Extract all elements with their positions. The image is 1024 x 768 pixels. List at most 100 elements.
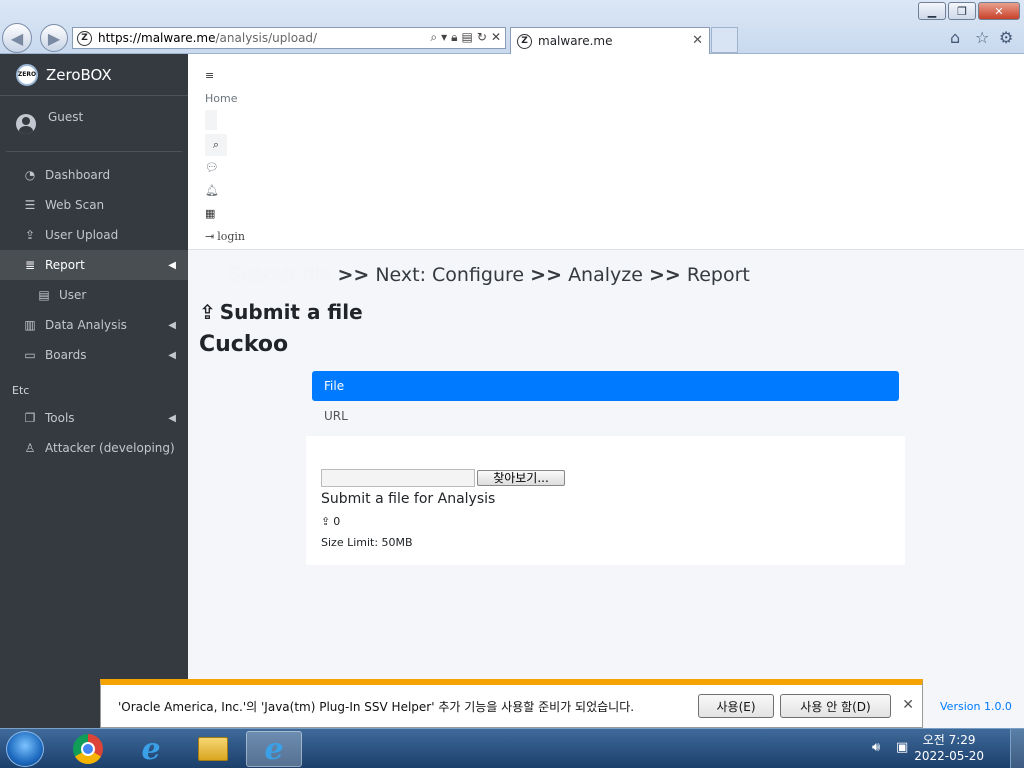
taskbar-ie[interactable]: e [123, 731, 179, 767]
step-configure: Next: Configure [375, 264, 525, 286]
upload-icon: ⇪ [199, 300, 216, 324]
list-icon: ☰ [24, 198, 36, 212]
sidebar-item-label: Web Scan [45, 198, 105, 212]
disable-addon-button[interactable]: 사용 안 함(D) [780, 694, 891, 718]
taskbar-ie-active[interactable]: e [246, 731, 302, 767]
home-icon[interactable]: ⌂ [950, 28, 960, 47]
sidebar-item-user-upload[interactable]: ⇪ User Upload [0, 220, 188, 250]
taskbar-chrome[interactable] [60, 731, 116, 767]
tab-file[interactable]: File [312, 371, 899, 401]
window-controls: ▁ ❐ ✕ [918, 2, 1020, 20]
grid-icon: ▦ [205, 207, 216, 220]
file-path-input[interactable] [321, 469, 475, 487]
url-host: https://malware.me [98, 31, 216, 45]
search-icon: ⌕ [212, 138, 220, 151]
sidebar-item-tools[interactable]: ❐ Tools ◀ [0, 403, 188, 433]
clock-date: 2022-05-20 [914, 749, 984, 763]
stop-icon[interactable]: ✕ [491, 30, 501, 45]
tab-url[interactable]: URL [312, 401, 899, 431]
search-icon[interactable]: ⌕ [430, 30, 437, 45]
enable-addon-button[interactable]: 사용(E) [698, 694, 774, 718]
compat-view-icon[interactable]: ▤ [462, 30, 473, 45]
comments-icon: 💬︎ [205, 161, 219, 174]
notifications-button[interactable]: 🔔︎ [205, 179, 1024, 202]
sidebar-item-data-analysis[interactable]: ▥ Data Analysis ◀ [0, 310, 188, 340]
step-analyze: Analyze [568, 264, 643, 286]
dropdown-icon[interactable]: ▾ [441, 30, 447, 45]
sidebar-item-report[interactable]: ≣ Report ◀ [0, 250, 188, 280]
sidebar-item-dashboard[interactable]: ◔ Dashboard [0, 160, 188, 190]
clock-time: 오전 7:29 [922, 733, 976, 747]
chrome-icon [73, 734, 103, 764]
minimize-button[interactable]: ▁ [918, 2, 946, 20]
browser-chrome: ▁ ❐ ✕ ◀ ▶ Z https://malware.me/analysis/… [0, 0, 1024, 54]
start-button[interactable] [6, 731, 44, 767]
volume-icon[interactable]: 🔊︎ [872, 740, 880, 755]
close-notification-icon[interactable]: ✕ [902, 697, 914, 713]
site-favicon: Z [77, 30, 92, 46]
step-separator: >> [337, 264, 370, 286]
step-report: Report [686, 264, 750, 286]
sidebar: ZERO ZeroBOX Guest ◔ Dashboard ☰ Web Scan … [0, 54, 188, 728]
gear-icon[interactable]: ⚙ [999, 28, 1013, 47]
user-avatar-icon [16, 114, 36, 134]
forward-button[interactable]: ▶ [40, 24, 68, 52]
workflow-steps: Submit file >> Next: Configure >> Analyz… [229, 264, 750, 286]
login-link[interactable]: ⇥ login [205, 225, 1024, 248]
upload-help-text: Submit a file for Analysis [321, 491, 496, 507]
sidebar-item-web-scan[interactable]: ☰ Web Scan [0, 190, 188, 220]
nav-home-link[interactable]: Home [205, 87, 1024, 110]
messages-button[interactable]: 💬︎ [205, 156, 1024, 179]
sidebar-toggle-button[interactable]: ≡ [205, 64, 1024, 87]
sidebar-section-header: Etc [12, 384, 30, 397]
internet-explorer-icon: e [141, 731, 161, 767]
bell-icon: 🔔︎ [205, 184, 219, 197]
version-label: Version 1.0.0 [940, 700, 1012, 713]
sidebar-item-attacker[interactable]: ♙ Attacker (developing) [0, 433, 188, 463]
restore-button[interactable]: ❐ [948, 2, 976, 20]
user-name: Guest [48, 110, 84, 124]
upload-count: 0 [333, 515, 341, 528]
tachometer-icon: ◔ [24, 168, 36, 182]
sidebar-item-label: Attacker (developing) [45, 441, 175, 455]
sidebar-item-label: Dashboard [45, 168, 111, 182]
show-desktop-button[interactable] [1010, 729, 1024, 768]
lock-icon[interactable]: 🔒︎ [451, 30, 457, 45]
tab-favicon: Z [517, 33, 532, 49]
sidebar-item-user[interactable]: ▤ User [0, 280, 188, 310]
upload-icon: ⇪ [321, 515, 331, 528]
close-tab-icon[interactable]: ✕ [692, 33, 703, 48]
browser-tab[interactable]: Z malware.me ✕ [510, 27, 710, 54]
sidebar-item-label: Data Analysis [45, 318, 127, 332]
close-window-button[interactable]: ✕ [978, 2, 1020, 20]
addon-notification-bar: 'Oracle America, Inc.'의 'Java(tm) Plug-I… [100, 679, 923, 728]
sidebar-item-boards[interactable]: ▭ Boards ◀ [0, 340, 188, 370]
user-panel[interactable]: Guest [6, 96, 182, 152]
browse-button[interactable]: 찾아보기... [477, 470, 565, 486]
favorites-star-icon[interactable]: ☆ [975, 28, 989, 47]
person-icon: ♙ [24, 441, 36, 455]
brand-name: ZeroBOX [46, 65, 112, 84]
sign-in-icon: ⇥ [205, 230, 215, 243]
network-icon[interactable]: ▣ [896, 740, 908, 755]
brand-link[interactable]: ZERO ZeroBOX [0, 54, 188, 96]
upload-icon: ⇪ [24, 228, 36, 242]
internet-explorer-icon: e [264, 731, 284, 767]
taskbar-explorer[interactable] [185, 731, 241, 767]
clock[interactable]: 오전 7:29 2022-05-20 [914, 732, 984, 764]
navbar-search-button[interactable]: ⌕ [205, 134, 227, 156]
laptop-icon: ▭ [24, 348, 36, 362]
chevron-left-icon: ◀ [168, 259, 176, 271]
sidebar-item-label: User Upload [45, 228, 119, 242]
back-button[interactable]: ◀ [2, 23, 32, 53]
copy-icon: ❐ [24, 411, 36, 425]
refresh-icon[interactable]: ↻ [477, 30, 487, 45]
url-path: /analysis/upload/ [215, 31, 318, 45]
new-tab-button[interactable] [711, 27, 738, 53]
navbar-search-input[interactable] [205, 110, 217, 130]
address-bar[interactable]: Z https://malware.me/analysis/upload/ ⌕ … [72, 27, 506, 49]
file-input-row: 찾아보기... [321, 469, 905, 487]
apps-grid-button[interactable]: ▦ [205, 202, 1024, 225]
sidebar-item-label: User [59, 288, 87, 302]
top-navbar: ≡ Home ⌕ 💬︎ 🔔︎ ▦ ⇥ login [188, 54, 1024, 250]
